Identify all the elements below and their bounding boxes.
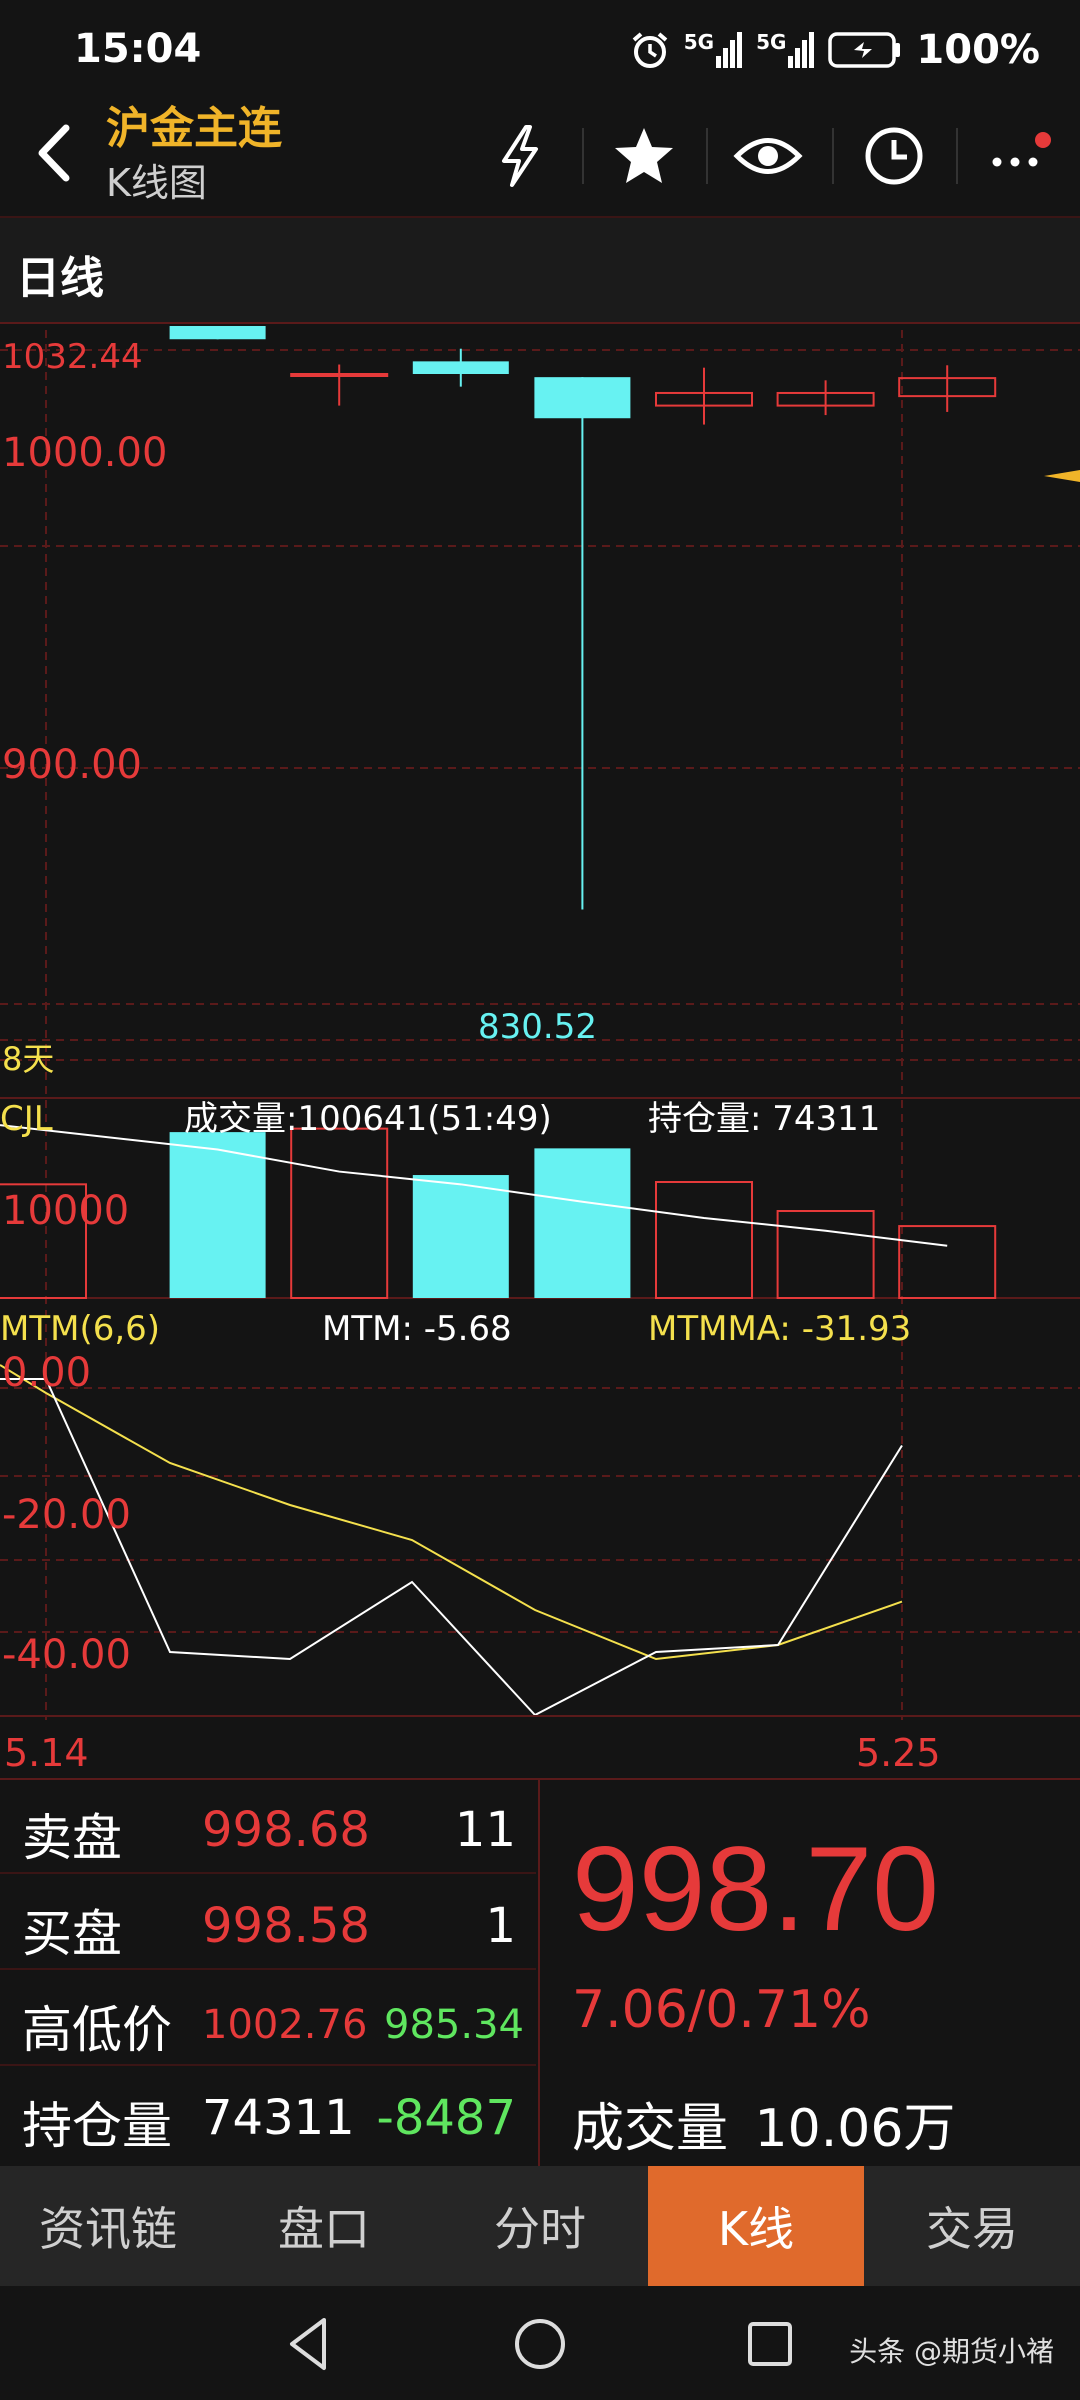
bottom-tab-bar: 资讯链 盘口 分时 K线 交易 <box>0 2166 1080 2286</box>
sell-price: 998.68 <box>202 1802 370 1858</box>
sell-row: 卖盘 998.68 11 <box>0 1780 536 1874</box>
header-divider <box>706 128 708 184</box>
header-divider <box>956 128 958 184</box>
watermark: 头条 @期货小褚 <box>849 2335 1054 2368</box>
contract-title: 沪金主连 <box>106 103 282 154</box>
volume-text: 成交量:100641(51:49) <box>184 1099 552 1139</box>
volume-title: CJL <box>0 1099 53 1139</box>
candle-body <box>290 373 389 377</box>
volume-bar <box>655 1181 753 1299</box>
mtmma-value: MTMMA: -31.93 <box>648 1309 911 1349</box>
eye-icon[interactable] <box>730 118 806 194</box>
more-icon[interactable] <box>982 118 1058 194</box>
kline-chart[interactable]: 1032.44 1000.00 900.00 830.52 8天 CJL 成交量:10064… <box>0 326 1080 1770</box>
back-icon[interactable] <box>22 118 92 188</box>
nav-back-icon[interactable] <box>278 2312 342 2376</box>
alarm-icon <box>632 32 668 68</box>
system-nav-bar: 头条 @期货小褚 <box>0 2286 1080 2400</box>
open-interest-text: 持仓量: 74311 <box>648 1099 880 1139</box>
sell-qty: 11 <box>454 1802 516 1858</box>
volume-bar <box>290 1127 389 1300</box>
candle-body <box>534 377 631 419</box>
battery-percent: 100% <box>916 27 1040 73</box>
open-interest-change: -8487 <box>376 2090 516 2146</box>
volume-bar <box>776 1210 875 1299</box>
last-price: 998.70 <box>572 1822 940 1956</box>
buy-label: 买盘 <box>22 1905 122 1963</box>
nav-recents-icon[interactable] <box>738 2312 802 2376</box>
signal-5g-1: 5G <box>684 32 743 68</box>
quote-panel: 卖盘 998.68 11 买盘 998.58 1 高低价 1002.76 985… <box>0 1778 1080 2168</box>
signal-5g-2: 5G <box>756 32 815 68</box>
price-change: 7.06/0.71% <box>572 1980 871 2040</box>
price-label-high: 1032.44 <box>2 337 143 377</box>
status-icons: 5G 5G 100% <box>630 24 1040 76</box>
volume-summary-label: 成交量 <box>572 2099 729 2159</box>
low-price: 985.34 <box>384 2002 524 2048</box>
sell-label: 卖盘 <box>22 1809 122 1867</box>
mtm-line <box>0 1378 903 1717</box>
buy-price: 998.58 <box>202 1898 370 1954</box>
mtm-axis-40: -40.00 <box>2 1632 131 1678</box>
price-label-1000: 1000.00 <box>2 430 167 476</box>
chart-subtitle: K线图 <box>106 161 207 205</box>
last-price-marker <box>1044 470 1080 482</box>
date-start: 5.14 <box>4 1731 89 1770</box>
high-price: 1002.76 <box>202 2002 368 2048</box>
status-time: 15:04 <box>74 26 202 72</box>
tab-kline[interactable]: K线 <box>648 2166 864 2286</box>
volume-summary: 成交量 10.06万 <box>572 2086 955 2161</box>
period-bar[interactable]: 日线 <box>0 216 1080 324</box>
tab-news-chain[interactable]: 资讯链 <box>0 2166 216 2286</box>
mtm-axis-0: 0.00 <box>2 1350 91 1396</box>
battery-icon <box>828 32 901 68</box>
high-low-label: 高低价 <box>22 2001 172 2059</box>
volume-axis-label: 10000 <box>2 1188 129 1234</box>
volume-bar <box>169 1132 266 1298</box>
star-icon[interactable] <box>606 118 682 194</box>
tab-intraday[interactable]: 分时 <box>432 2166 648 2286</box>
mtm-title: MTM(6,6) <box>0 1309 160 1349</box>
header-divider <box>582 128 584 184</box>
mtm-value: MTM: -5.68 <box>322 1309 512 1349</box>
open-interest-value: 74311 <box>202 2090 355 2146</box>
price-label-low: 830.52 <box>478 1007 597 1047</box>
mtmma-line <box>0 1364 903 1661</box>
date-end: 5.25 <box>856 1731 941 1770</box>
candle-body <box>412 361 509 374</box>
quote-divider <box>538 1780 540 2168</box>
tab-trade[interactable]: 交易 <box>864 2166 1080 2286</box>
lightning-icon[interactable] <box>482 118 558 194</box>
price-label-900: 900.00 <box>2 742 142 788</box>
open-interest-label: 持仓量 <box>22 2097 172 2155</box>
buy-row: 买盘 998.58 1 <box>0 1876 536 1970</box>
candle-body <box>169 326 266 340</box>
nav-home-icon[interactable] <box>508 2312 572 2376</box>
clock-icon[interactable] <box>856 118 932 194</box>
volume-bar <box>412 1175 509 1298</box>
buy-qty: 1 <box>485 1898 516 1954</box>
high-low-row: 高低价 1002.76 985.34 <box>0 1972 536 2066</box>
period-label: 日线 <box>16 253 104 304</box>
status-bar: 15:04 5G 5G 100% <box>0 0 1080 100</box>
tab-order-book[interactable]: 盘口 <box>216 2166 432 2286</box>
header-divider <box>832 128 834 184</box>
volume-bar <box>534 1148 631 1298</box>
days-label: 8天 <box>2 1040 54 1078</box>
volume-bar <box>898 1225 997 1299</box>
open-interest-row: 持仓量 74311 -8487 <box>0 2068 536 2162</box>
mtm-axis-20: -20.00 <box>2 1492 131 1538</box>
volume-summary-value: 10.06万 <box>754 2099 956 2159</box>
